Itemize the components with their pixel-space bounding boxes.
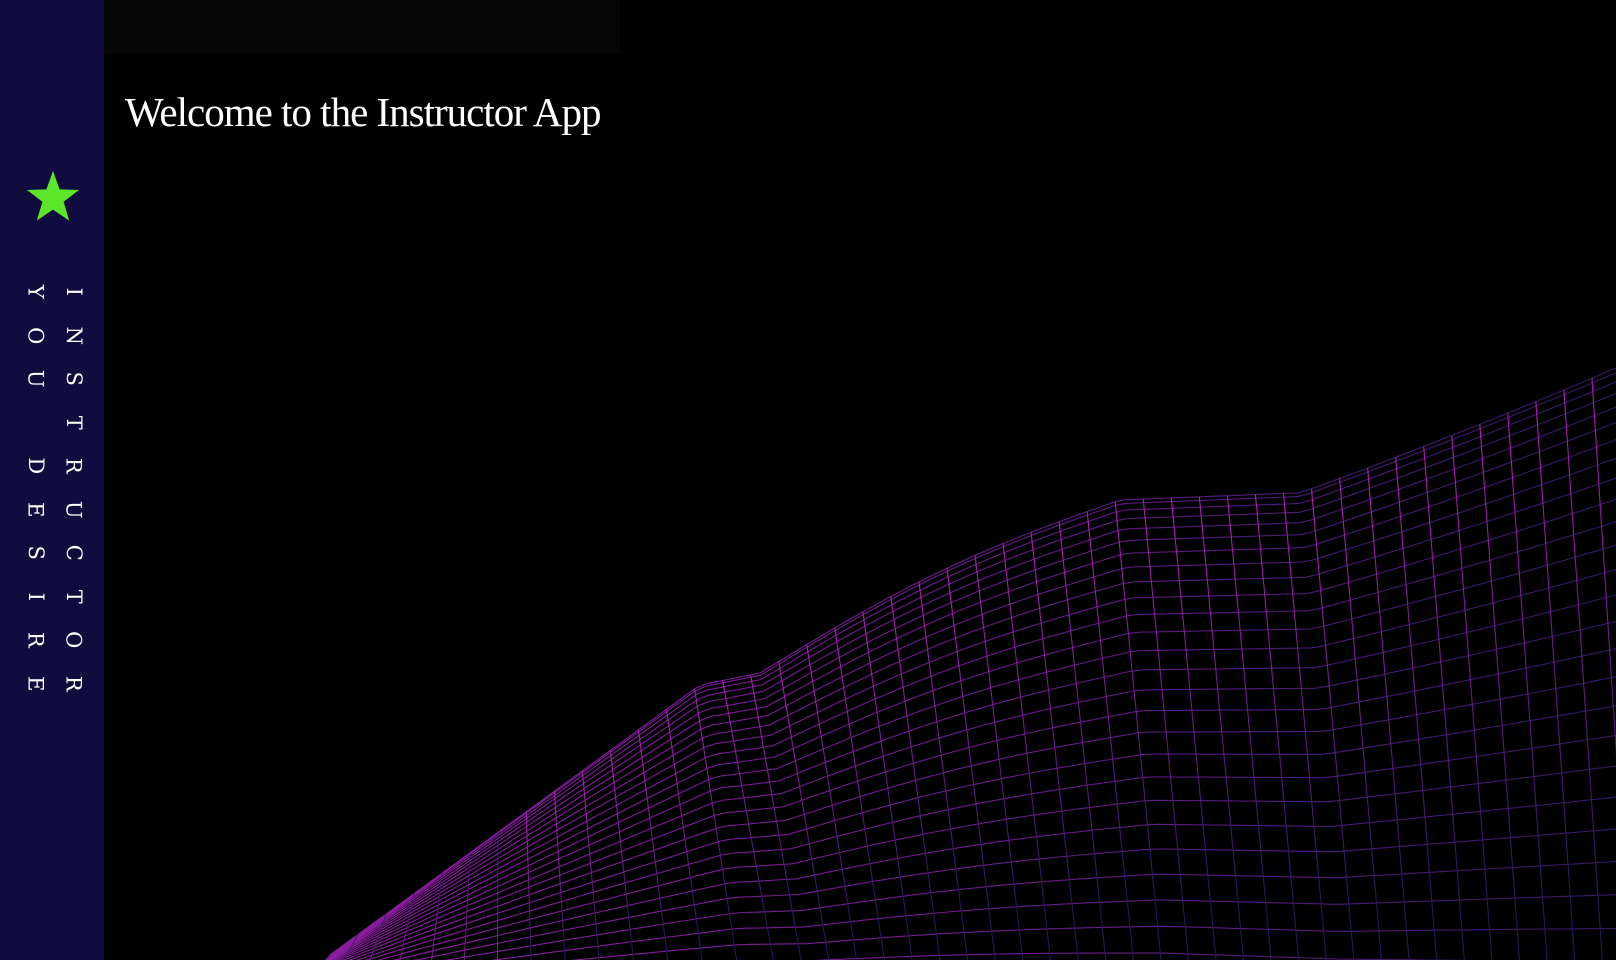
mesh-line	[496, 832, 499, 960]
brand-letter: C	[61, 544, 86, 561]
brand-letter: O	[61, 631, 86, 649]
mesh-line	[326, 498, 1616, 960]
mesh-line	[325, 439, 1616, 960]
brand-letter: S	[61, 371, 86, 386]
brand-letter: S	[23, 545, 48, 560]
wireframe-mesh-graphic	[324, 367, 1616, 960]
brand-letter: I	[61, 287, 86, 296]
mesh-line	[392, 796, 1616, 960]
mesh-line	[1142, 499, 1190, 960]
brand-letter: D	[23, 457, 48, 475]
mesh-line	[1170, 497, 1217, 960]
sidebar: INSTRUCTOR YOUDESIRE	[0, 0, 104, 960]
mesh-line	[1058, 521, 1107, 960]
star-icon[interactable]	[22, 163, 84, 225]
mesh-line	[946, 568, 996, 960]
mesh-line	[1367, 467, 1410, 960]
brand-letter: N	[61, 326, 86, 345]
brand-letter: I	[23, 592, 48, 601]
mesh-line	[918, 581, 969, 960]
mesh-line	[329, 544, 1616, 960]
brand-letter: U	[23, 369, 48, 388]
brand-letter: R	[61, 675, 86, 692]
brand-letter: E	[23, 675, 48, 691]
brand-letter: R	[61, 457, 86, 474]
mesh-line	[334, 594, 1616, 960]
brand-letter: O	[23, 326, 48, 344]
app-window: Welcome to the Instructor App INSTRUCTOR…	[0, 0, 1616, 960]
mesh-line	[834, 627, 885, 960]
mesh-line	[1282, 493, 1327, 960]
mesh-line	[694, 688, 738, 960]
mesh-line	[1254, 494, 1300, 960]
mesh-line	[609, 750, 634, 960]
mesh-line	[806, 644, 858, 960]
mesh-line	[348, 676, 1616, 960]
brand-letter: T	[61, 415, 86, 430]
mesh-line	[328, 392, 1616, 958]
mesh-line	[328, 381, 1616, 957]
top-bar	[104, 0, 620, 54]
mesh-line	[342, 648, 1616, 960]
mesh-line	[1507, 412, 1548, 960]
brand-text-instructor: I N S T R U C T O R	[61, 270, 86, 705]
brand-letter: E	[23, 501, 48, 517]
brand-text-you-desire: Y O U D E S I R E	[23, 270, 48, 705]
mesh-line	[553, 791, 566, 960]
mesh-line	[325, 477, 1616, 960]
mesh-line	[324, 954, 331, 960]
mesh-line	[1114, 501, 1162, 960]
mesh-line	[1002, 543, 1052, 960]
mesh-line	[327, 406, 1616, 958]
mesh-line	[890, 596, 941, 960]
page-title: Welcome to the Instructor App	[125, 89, 602, 135]
mesh-line	[1535, 401, 1576, 960]
brand-letter: Y	[23, 284, 48, 299]
mesh-line	[491, 894, 1616, 960]
mesh-line	[722, 680, 774, 960]
mesh-line	[1086, 511, 1134, 960]
mesh-line	[1198, 496, 1245, 960]
mesh-line	[814, 952, 1473, 960]
mesh-line	[1030, 532, 1079, 960]
brand-letter: U	[61, 500, 86, 519]
mesh-line	[338, 620, 1616, 960]
mesh-line	[1310, 488, 1355, 960]
mesh-line	[862, 611, 913, 960]
brand-letter: R	[23, 631, 48, 648]
brand-letter: T	[61, 589, 86, 604]
mesh-line	[1339, 478, 1382, 960]
mesh-line	[1226, 495, 1272, 960]
